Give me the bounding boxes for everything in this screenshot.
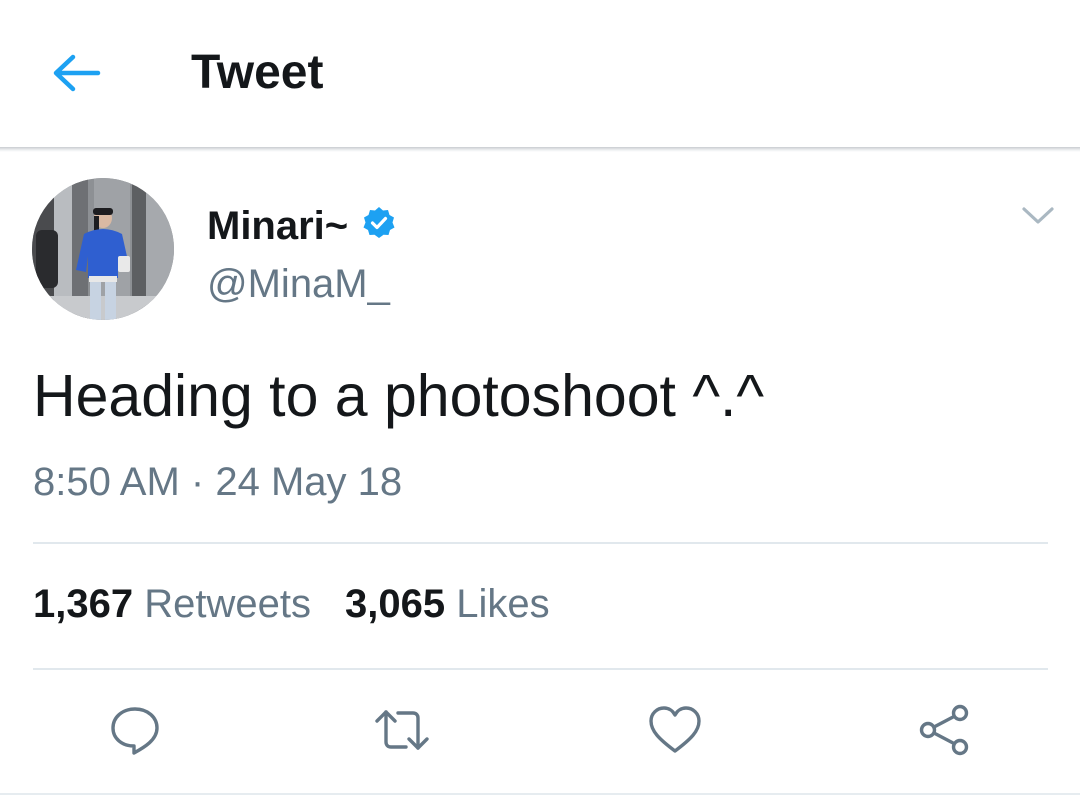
retweet-icon [375, 710, 429, 750]
retweet-button[interactable] [374, 702, 430, 758]
comment-icon [111, 707, 159, 755]
retweets-label: Retweets [144, 582, 311, 626]
verified-badge-icon [363, 207, 395, 238]
likes-stat[interactable]: 3,065 Likes [345, 582, 550, 626]
reply-button[interactable] [107, 702, 163, 758]
timestamp-separator: · [190, 460, 205, 504]
likes-count: 3,065 [344, 582, 446, 626]
back-button[interactable] [48, 50, 104, 96]
retweets-count: 1,367 [33, 582, 134, 626]
author-name-row[interactable]: Minari~ [207, 200, 396, 252]
share-icon [919, 704, 969, 756]
avatar-photo [32, 178, 174, 320]
retweets-stat[interactable]: 1,367 Retweets [33, 582, 311, 626]
divider [33, 542, 1048, 544]
user-handle[interactable]: @MinaM_ [207, 262, 390, 307]
tweet-date: 24 May 18 [215, 460, 403, 504]
tweet-stats: 1,367 Retweets 3,065 Likes [33, 582, 550, 627]
avatar[interactable] [32, 178, 174, 320]
tweet-timestamp[interactable]: 8:50 AM · 24 May 18 [33, 460, 402, 505]
likes-label: Likes [456, 582, 550, 626]
share-button[interactable] [916, 702, 972, 758]
display-name[interactable]: Minari~ [207, 204, 348, 249]
page-title: Tweet [191, 46, 324, 99]
divider [33, 668, 1048, 670]
arrow-left-icon [53, 54, 101, 92]
top-bar: Tweet [0, 0, 1080, 147]
tweet-text: Heading to a photoshoot ^.^ [33, 363, 765, 429]
like-button[interactable] [647, 702, 703, 758]
tweet-time: 8:50 AM [33, 460, 180, 504]
top-bar-shadow [0, 147, 1080, 152]
bottom-divider [0, 793, 1080, 795]
heart-icon [649, 706, 701, 753]
chevron-down-icon[interactable] [1020, 202, 1056, 228]
